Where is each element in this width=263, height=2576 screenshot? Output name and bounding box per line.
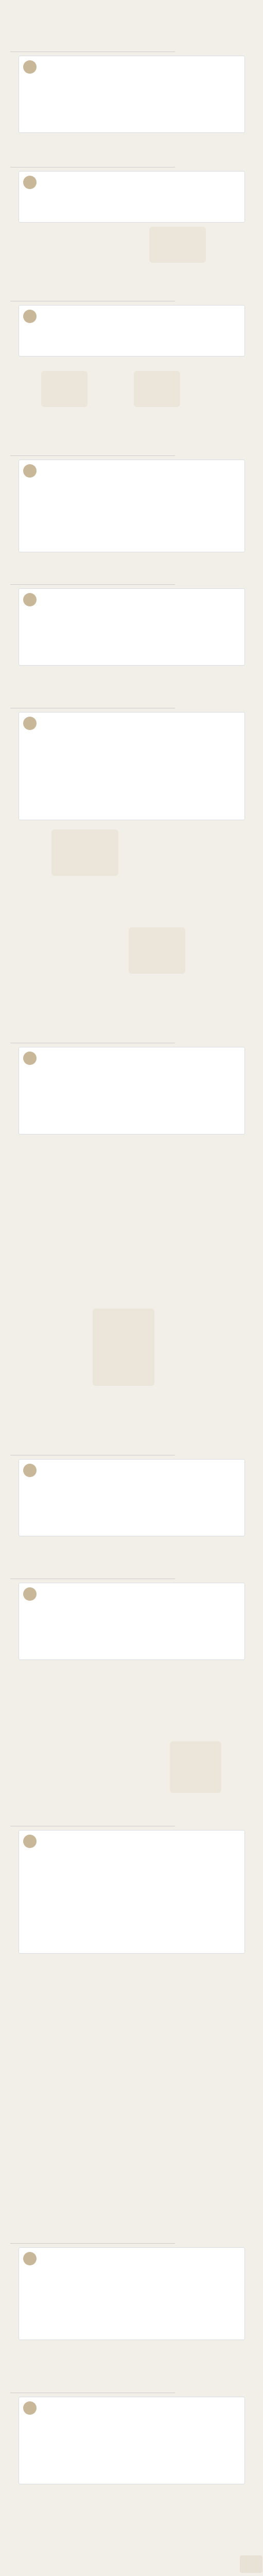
- section-heading: [0, 2380, 263, 2393]
- page: [0, 0, 263, 2576]
- comment-card: [19, 588, 245, 666]
- comment-card: [19, 460, 245, 552]
- avatar: [23, 1052, 37, 1065]
- comment-card: [19, 1583, 245, 1660]
- comment-card: [19, 712, 245, 820]
- comment-card: [19, 305, 245, 357]
- avatar: [23, 310, 37, 323]
- sticker-image: [41, 371, 87, 407]
- sticker-image: [149, 227, 206, 263]
- avatar: [23, 717, 37, 730]
- footer: [0, 2543, 263, 2558]
- sticker-image: [129, 927, 185, 974]
- avatar: [23, 60, 37, 74]
- comment-card: [19, 1830, 245, 1954]
- section-heading: [0, 1030, 263, 1043]
- section-heading: [0, 572, 263, 585]
- comment-card: [19, 56, 245, 133]
- section-heading: [0, 2231, 263, 2244]
- header: [0, 0, 263, 37]
- avatar: [23, 2252, 37, 2265]
- comment-card: [19, 2397, 245, 2484]
- comment-card: [19, 1459, 245, 1536]
- comment-card: [19, 1047, 245, 1134]
- avatar: [23, 593, 37, 606]
- avatar: [23, 176, 37, 189]
- comment-card: [19, 2247, 245, 2340]
- sticker-image: [170, 1741, 221, 1793]
- comment-card: [19, 171, 245, 223]
- avatar: [23, 2401, 37, 2415]
- avatar: [23, 464, 37, 478]
- sticker-image: [93, 1309, 154, 1386]
- watermark-logo: [240, 2555, 262, 2573]
- avatar: [23, 1835, 37, 1848]
- section-heading: [0, 696, 263, 708]
- section-heading: [0, 289, 263, 301]
- section-heading: [0, 1814, 263, 1826]
- section-heading: [0, 155, 263, 167]
- section-heading: [0, 443, 263, 456]
- section-heading: [0, 1443, 263, 1455]
- divider: [10, 584, 175, 585]
- section-heading: [0, 1566, 263, 1579]
- section-heading: [0, 39, 263, 52]
- avatar: [23, 1464, 37, 1477]
- divider: [10, 455, 175, 456]
- divider: [10, 2243, 175, 2244]
- sticker-image: [51, 829, 118, 876]
- avatar: [23, 1587, 37, 1601]
- sticker-image: [134, 371, 180, 407]
